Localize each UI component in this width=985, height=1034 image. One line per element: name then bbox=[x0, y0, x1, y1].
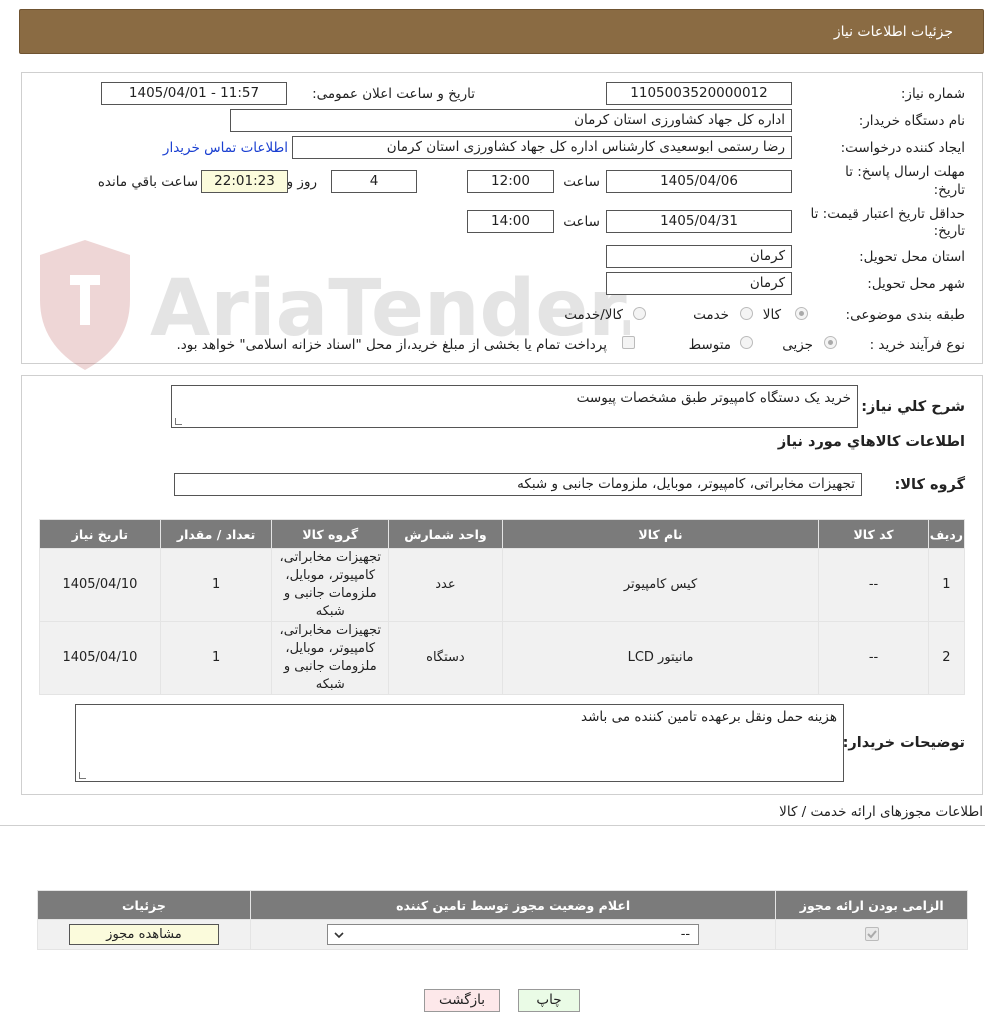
buyer-org-label: نام دستگاه خریدار: bbox=[858, 113, 965, 129]
description-text: خرید یک دستگاه کامپیوتر طبق مشخصات پیوست bbox=[576, 390, 851, 406]
cell-unit: عدد bbox=[388, 548, 503, 622]
col-date: تاریخ نیاز bbox=[39, 519, 161, 549]
cell-name: کیس کامپیوتر bbox=[501, 548, 820, 622]
table-row: -- مشاهده مجوز bbox=[37, 919, 968, 950]
cell-permit-details: مشاهده مجوز bbox=[37, 919, 251, 950]
cell-permit-status: -- bbox=[249, 919, 777, 950]
col-permit-details: جزئیات bbox=[37, 890, 251, 920]
category-radio-goods[interactable] bbox=[795, 307, 808, 320]
buyer-org-field[interactable]: اداره کل جهاد کشاورزی استان کرمان bbox=[230, 109, 792, 132]
need-number-label: شماره نیاز: bbox=[900, 86, 965, 102]
announce-datetime-field[interactable]: 1405/04/01 - 11:57 bbox=[101, 82, 287, 105]
reply-deadline-label: مهلت ارسال پاسخ: تا bbox=[845, 164, 965, 180]
cell-group: تجهیزات مخابراتی، کامپیوتر، موبایل، ملزو… bbox=[271, 621, 390, 695]
process-option-medium: متوسط bbox=[688, 337, 731, 353]
permit-status-select[interactable]: -- bbox=[327, 924, 700, 945]
cell-row: 1 bbox=[927, 548, 966, 622]
treasury-payment-checkbox[interactable] bbox=[622, 336, 635, 349]
goods-group-label: گروه کالا: bbox=[894, 477, 965, 493]
table-row[interactable]: 2 -- مانیتور LCD دستگاه تجهیزات مخابراتی… bbox=[39, 621, 966, 695]
category-option-goods-service: کالا/خدمت bbox=[564, 307, 623, 323]
col-permit-required: الزامی بودن ارائه مجوز bbox=[775, 890, 968, 920]
back-button[interactable]: بازگشت bbox=[424, 989, 500, 1012]
process-label: نوع فرآیند خرید : bbox=[869, 337, 965, 353]
col-code: کد کالا bbox=[818, 519, 929, 549]
col-row: ردیف bbox=[927, 519, 966, 549]
category-option-service: خدمت bbox=[693, 307, 729, 323]
city-field[interactable]: کرمان bbox=[606, 272, 792, 295]
cell-qty: 1 bbox=[159, 621, 273, 695]
reply-time-label: ساعت bbox=[563, 174, 600, 190]
page-header: جزئیات اطلاعات نیاز bbox=[19, 9, 984, 54]
goods-table: ردیف کد کالا نام کالا واحد شمارش گروه کا… bbox=[39, 519, 966, 695]
col-group: گروه کالا bbox=[271, 519, 390, 549]
price-validity-time-label: ساعت bbox=[563, 214, 600, 230]
category-radio-service[interactable] bbox=[740, 307, 753, 320]
view-permit-button[interactable]: مشاهده مجوز bbox=[68, 924, 219, 945]
process-option-minor: جزیی bbox=[782, 337, 813, 353]
cell-code: -- bbox=[818, 621, 929, 695]
category-option-goods: کالا bbox=[762, 307, 781, 323]
print-button[interactable]: چاپ bbox=[518, 989, 580, 1012]
reply-time-field[interactable]: 12:00 bbox=[467, 170, 554, 193]
goods-section-title: اطلاعات کالاهاي مورد نیاز bbox=[777, 434, 965, 450]
category-radio-goods-service[interactable] bbox=[633, 307, 646, 320]
permits-divider bbox=[0, 825, 985, 826]
goods-group-field[interactable]: تجهیزات مخابراتی، کامپیوتر، موبایل، ملزو… bbox=[174, 473, 862, 496]
cell-date: 1405/04/10 bbox=[39, 621, 161, 695]
days-label: روز و bbox=[286, 174, 317, 190]
remaining-label: ساعت باقي مانده bbox=[97, 174, 198, 190]
resize-grip-icon[interactable] bbox=[79, 772, 86, 779]
reply-deadline-label-2: تاریخ: bbox=[933, 182, 965, 198]
permit-status-value: -- bbox=[680, 927, 691, 942]
table-row[interactable]: 1 -- کیس کامپیوتر عدد تجهیزات مخابراتی، … bbox=[39, 548, 966, 622]
remaining-days-field[interactable]: 4 bbox=[331, 170, 417, 193]
province-field[interactable]: کرمان bbox=[606, 245, 792, 268]
buyer-contact-link[interactable]: اطلاعات تماس خریدار bbox=[163, 140, 288, 156]
cell-row: 2 bbox=[927, 621, 966, 695]
price-validity-date-field[interactable]: 1405/04/31 bbox=[606, 210, 792, 233]
watermark-logo: AriaTender.neT bbox=[40, 240, 630, 370]
col-unit: واحد شمارش bbox=[388, 519, 503, 549]
resize-grip-icon[interactable] bbox=[175, 418, 182, 425]
cell-name: مانیتور LCD bbox=[501, 621, 820, 695]
col-permit-status: اعلام وضعیت مجوز توسط تامین کننده bbox=[249, 890, 777, 920]
requester-label: ایجاد کننده درخواست: bbox=[840, 140, 965, 156]
process-radio-medium[interactable] bbox=[740, 336, 753, 349]
cell-date: 1405/04/10 bbox=[39, 548, 161, 622]
permits-title: اطلاعات مجوزهای ارائه خدمت / کالا bbox=[779, 804, 983, 820]
price-validity-time-field[interactable]: 14:00 bbox=[467, 210, 554, 233]
cell-permit-required bbox=[775, 919, 968, 950]
announce-label: تاریخ و ساعت اعلان عمومی: bbox=[312, 86, 475, 102]
cell-code: -- bbox=[818, 548, 929, 622]
price-validity-label: حداقل تاریخ اعتبار قیمت: تا bbox=[810, 206, 965, 222]
requester-field[interactable]: رضا رستمی ابوسعیدی کارشناس اداره کل جهاد… bbox=[292, 136, 792, 159]
treasury-payment-note: پرداخت تمام یا بخشی از مبلغ خرید،از محل … bbox=[176, 337, 607, 353]
buyer-notes-textarea[interactable]: هزینه حمل ونقل برعهده تامین کننده می باش… bbox=[75, 704, 844, 782]
buyer-notes-text: هزینه حمل ونقل برعهده تامین کننده می باش… bbox=[581, 709, 837, 725]
city-label: شهر محل تحویل: bbox=[867, 276, 965, 292]
price-validity-label-2: تاریخ: bbox=[933, 223, 965, 239]
permits-table-header: الزامی بودن ارائه مجوز اعلام وضعیت مجوز … bbox=[37, 890, 968, 920]
cell-unit: دستگاه bbox=[388, 621, 503, 695]
process-radio-minor[interactable] bbox=[824, 336, 837, 349]
check-icon bbox=[866, 930, 877, 939]
buyer-notes-label: توضیحات خریدار: bbox=[842, 735, 965, 751]
province-label: استان محل تحویل: bbox=[859, 249, 965, 265]
cell-group: تجهیزات مخابراتی، کامپیوتر، موبایل، ملزو… bbox=[271, 548, 390, 622]
page-title: جزئیات اطلاعات نیاز bbox=[833, 24, 953, 40]
need-number-field[interactable]: 1105003520000012 bbox=[606, 82, 792, 105]
col-name: نام کالا bbox=[501, 519, 820, 549]
permit-required-checkbox[interactable] bbox=[864, 927, 879, 941]
chevron-down-icon bbox=[334, 932, 344, 939]
remaining-time-field[interactable]: 22:01:23 bbox=[201, 170, 288, 193]
reply-date-field[interactable]: 1405/04/06 bbox=[606, 170, 792, 193]
category-label: طبقه بندی موضوعی: bbox=[845, 307, 965, 323]
description-label: شرح کلي نیاز: bbox=[861, 399, 965, 415]
col-qty: تعداد / مقدار bbox=[159, 519, 273, 549]
description-textarea[interactable]: خرید یک دستگاه کامپیوتر طبق مشخصات پیوست bbox=[171, 385, 858, 428]
cell-qty: 1 bbox=[159, 548, 273, 622]
goods-table-header: ردیف کد کالا نام کالا واحد شمارش گروه کا… bbox=[39, 519, 966, 549]
permits-table: الزامی بودن ارائه مجوز اعلام وضعیت مجوز … bbox=[37, 890, 968, 950]
